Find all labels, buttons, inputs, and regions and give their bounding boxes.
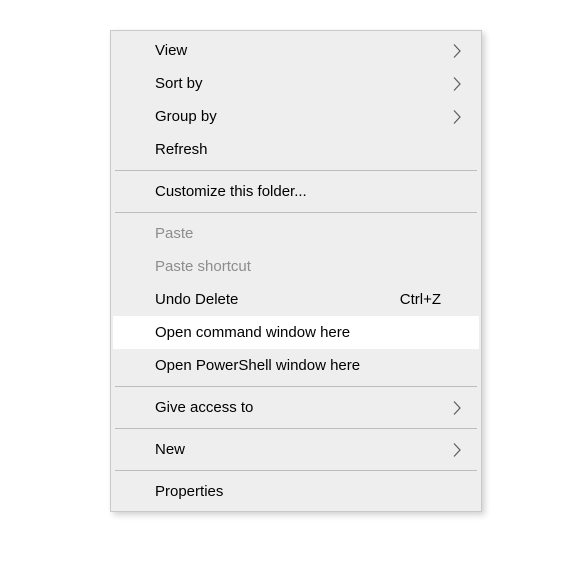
menu-item-undo-delete[interactable]: Undo Delete Ctrl+Z: [113, 283, 479, 316]
menu-item-group-by[interactable]: Group by: [113, 100, 479, 133]
menu-separator: [115, 170, 477, 171]
menu-item-label: New: [155, 441, 465, 458]
menu-item-label: Customize this folder...: [155, 183, 465, 200]
menu-item-label: Sort by: [155, 75, 465, 92]
menu-item-label: Open command window here: [155, 324, 465, 341]
menu-item-new[interactable]: New: [113, 433, 479, 466]
menu-item-open-command-window[interactable]: Open command window here: [113, 316, 479, 349]
menu-item-label: Properties: [155, 483, 465, 500]
menu-item-sort-by[interactable]: Sort by: [113, 67, 479, 100]
chevron-right-icon: [452, 75, 463, 92]
menu-item-give-access-to[interactable]: Give access to: [113, 391, 479, 424]
menu-item-paste: Paste: [113, 217, 479, 250]
menu-item-paste-shortcut: Paste shortcut: [113, 250, 479, 283]
chevron-right-icon: [452, 441, 463, 458]
menu-item-customize-folder[interactable]: Customize this folder...: [113, 175, 479, 208]
menu-item-label: Give access to: [155, 399, 465, 416]
menu-separator: [115, 470, 477, 471]
menu-separator: [115, 212, 477, 213]
chevron-right-icon: [452, 399, 463, 416]
menu-item-shortcut: Ctrl+Z: [400, 291, 465, 308]
chevron-right-icon: [452, 108, 463, 125]
chevron-right-icon: [452, 42, 463, 59]
context-menu: View Sort by Group by Refresh Customize …: [110, 30, 482, 512]
menu-separator: [115, 386, 477, 387]
menu-item-label: Refresh: [155, 141, 465, 158]
menu-item-label: Paste shortcut: [155, 258, 465, 275]
menu-item-label: Open PowerShell window here: [155, 357, 465, 374]
menu-item-view[interactable]: View: [113, 34, 479, 67]
menu-item-label: Group by: [155, 108, 465, 125]
menu-item-properties[interactable]: Properties: [113, 475, 479, 508]
menu-item-label: Paste: [155, 225, 465, 242]
menu-item-refresh[interactable]: Refresh: [113, 133, 479, 166]
menu-item-open-powershell-window[interactable]: Open PowerShell window here: [113, 349, 479, 382]
menu-separator: [115, 428, 477, 429]
menu-item-label: View: [155, 42, 465, 59]
menu-item-label: Undo Delete: [155, 291, 400, 308]
